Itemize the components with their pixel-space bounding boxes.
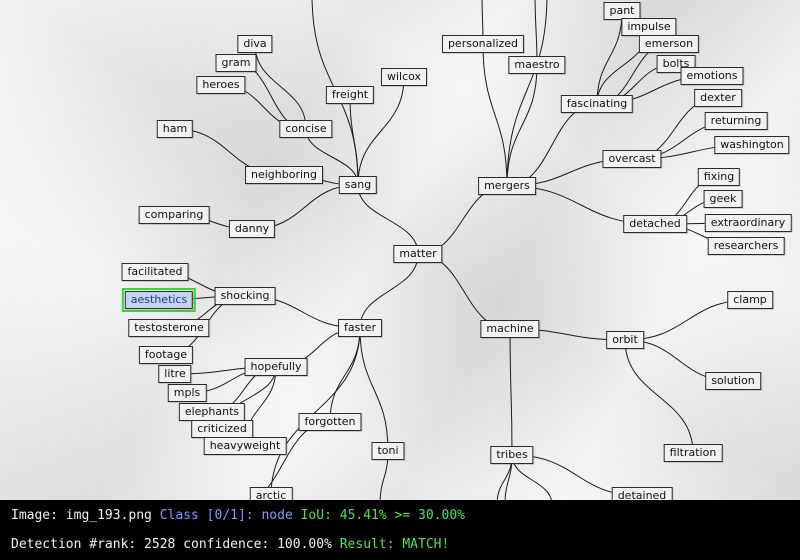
- node-ham[interactable]: ham: [156, 120, 194, 138]
- edge-concise-diva: [254, 43, 307, 130]
- node-footage[interactable]: footage: [138, 346, 194, 364]
- node-freight[interactable]: freight: [325, 86, 375, 104]
- node-hopefully[interactable]: hopefully: [244, 358, 308, 376]
- node-concise[interactable]: concise: [279, 120, 333, 138]
- edge-faster-arctic: [270, 327, 361, 497]
- node-extraordinary[interactable]: extraordinary: [704, 214, 792, 232]
- edge-fascinating-pant: [596, 10, 623, 105]
- edge-orbit-filtration: [624, 339, 694, 454]
- node-facilitated[interactable]: facilitated: [121, 263, 189, 281]
- node-neighboring[interactable]: neighboring: [245, 166, 323, 184]
- node-wilcox[interactable]: wilcox: [380, 68, 428, 86]
- node-overcast[interactable]: overcast: [602, 150, 662, 168]
- node-returning[interactable]: returning: [704, 112, 768, 130]
- node-faster[interactable]: faster: [338, 319, 382, 337]
- node-arctic[interactable]: arctic: [249, 487, 293, 500]
- node-emerson[interactable]: emerson: [638, 35, 700, 53]
- node-maestro[interactable]: maestro: [508, 56, 566, 74]
- class-label-text: Class [0/1]: node: [159, 508, 301, 523]
- node-heavyweight[interactable]: heavyweight: [203, 437, 287, 455]
- node-mergers[interactable]: mergers: [478, 177, 536, 195]
- detection-status-bar: Image: img_193.png Class [0/1]: node IoU…: [0, 500, 800, 560]
- node-clamp[interactable]: clamp: [727, 291, 773, 309]
- result-text: Result: MATCH!: [339, 537, 450, 552]
- node-tribes[interactable]: tribes: [490, 446, 534, 464]
- node-danny[interactable]: danny: [228, 220, 276, 238]
- node-comparing[interactable]: comparing: [138, 206, 210, 224]
- node-researchers[interactable]: researchers: [707, 237, 785, 255]
- image-filename-text: Image: img_193.png: [11, 508, 160, 523]
- node-personalized[interactable]: personalized: [441, 35, 525, 53]
- node-machine[interactable]: machine: [480, 320, 540, 338]
- node-elephants[interactable]: elephants: [178, 403, 246, 421]
- edge-matter-mergers: [417, 185, 508, 255]
- node-geek[interactable]: geek: [703, 190, 743, 208]
- node-fixing[interactable]: fixing: [697, 168, 741, 186]
- node-impulse[interactable]: impulse: [621, 18, 677, 36]
- edge-mergers-top-b: [506, 0, 548, 187]
- node-orbit[interactable]: orbit: [606, 331, 644, 349]
- node-detached[interactable]: detached: [623, 215, 687, 233]
- node-emotions[interactable]: emotions: [680, 67, 744, 85]
- mindmap-canvas: matter sang faster mergers machine personaliz…: [0, 0, 800, 500]
- node-sang[interactable]: sang: [338, 176, 378, 194]
- node-filtration[interactable]: filtration: [663, 444, 723, 462]
- status-line-1: Image: img_193.png Class [0/1]: node IoU…: [11, 508, 465, 523]
- edge-machine-tribes: [509, 328, 513, 456]
- node-forgotten[interactable]: forgotten: [298, 413, 362, 431]
- detection-rank-text: Detection #rank: 2528 confidence: 100.00…: [11, 537, 340, 552]
- node-diva[interactable]: diva: [237, 35, 273, 53]
- node-shocking[interactable]: shocking: [214, 287, 276, 305]
- node-detained[interactable]: detained: [611, 487, 673, 500]
- node-testosterone[interactable]: testosterone: [128, 319, 210, 337]
- edge-matter-machine: [417, 253, 511, 330]
- node-criticized[interactable]: criticized: [191, 420, 253, 438]
- node-solution[interactable]: solution: [705, 372, 761, 390]
- node-aesthetics[interactable]: aesthetics: [121, 288, 197, 312]
- status-line-2: Detection #rank: 2528 confidence: 100.00…: [11, 537, 449, 552]
- node-matter[interactable]: matter: [393, 245, 443, 263]
- node-gram[interactable]: gram: [215, 54, 257, 72]
- edge-matter-faster: [359, 253, 419, 329]
- node-heroes[interactable]: heroes: [196, 76, 246, 94]
- node-toni[interactable]: toni: [371, 442, 405, 460]
- edge-matter-sang: [357, 184, 419, 255]
- node-fascinating[interactable]: fascinating: [560, 95, 634, 113]
- edge-faster-toni: [359, 327, 389, 452]
- node-dexter[interactable]: dexter: [694, 89, 742, 107]
- edge-mergers-maestro: [506, 64, 538, 187]
- edge-faster-forgotten: [329, 327, 361, 423]
- iou-text: IoU: 45.41% >= 30.00%: [300, 508, 465, 523]
- edge-mergers-fascinating: [506, 103, 598, 187]
- node-litre[interactable]: litre: [158, 365, 192, 383]
- node-mpls[interactable]: mpls: [167, 384, 207, 402]
- node-washington[interactable]: washington: [714, 136, 790, 154]
- edge-mergers-personalized: [482, 43, 508, 187]
